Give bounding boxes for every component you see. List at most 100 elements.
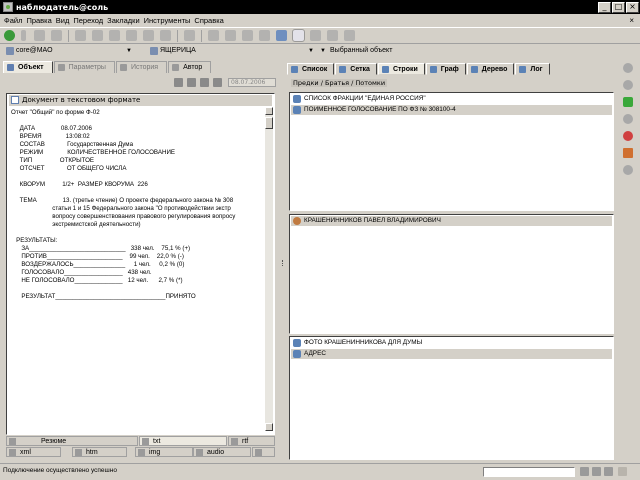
scroll-down-button[interactable] — [265, 423, 273, 431]
document-line: экстремистской деятельности) — [11, 221, 141, 228]
list-item[interactable]: ФОТО КРАШЕНИННИКОВА ДЛЯ ДУМЫ — [291, 338, 612, 348]
tab-history[interactable]: История — [115, 61, 168, 73]
chevron-down-icon[interactable]: ▼ — [320, 46, 326, 56]
forward-icon[interactable] — [623, 80, 633, 90]
tab-summary[interactable]: Резюме — [6, 436, 138, 446]
check-icon[interactable] — [623, 97, 633, 107]
maximize-button[interactable]: □ — [612, 1, 625, 13]
pane-splitter[interactable] — [281, 60, 286, 461]
tab-tree[interactable]: Дерево — [466, 63, 515, 75]
tab-img[interactable]: img — [135, 447, 193, 457]
resize-grip-icon[interactable] — [618, 467, 627, 476]
status-bar: Подключение осуществлено успешно — [0, 463, 640, 480]
tree-icon[interactable] — [276, 30, 287, 41]
add-icon[interactable] — [4, 30, 15, 41]
properties-icon[interactable] — [292, 29, 305, 42]
stop-icon[interactable] — [327, 30, 338, 41]
document-header: Документ в текстовом формате — [9, 95, 272, 106]
undo-icon[interactable] — [75, 30, 86, 41]
breadcrumb-text[interactable]: Предки / Братья / Потомки — [291, 79, 388, 87]
date-field[interactable]: 08.07.2006 — [228, 77, 276, 87]
main-toolbar — [0, 27, 640, 44]
scroll-up-button[interactable] — [265, 107, 273, 115]
scroll-thumb[interactable] — [265, 117, 273, 129]
back-icon[interactable] — [623, 63, 633, 73]
dropdown-icon[interactable] — [21, 30, 26, 41]
copy-icon[interactable] — [126, 30, 137, 41]
save-icon[interactable] — [242, 30, 253, 41]
delete-icon[interactable] — [34, 30, 45, 41]
document-line: ПРОТИВ______________________ 99 чел. 22,… — [11, 253, 184, 260]
user-value: core@МАО — [16, 47, 53, 54]
list-item[interactable]: ПОИМЕННОЕ ГОЛОСОВАНИЕ ПО ФЗ № 308100-4 — [291, 105, 612, 115]
refresh-icon[interactable] — [160, 30, 171, 41]
tab-author[interactable]: Автор — [168, 61, 212, 73]
tab-grid[interactable]: Сетка — [335, 63, 377, 75]
user-combo[interactable]: core@МАО ▼ — [4, 46, 134, 57]
menu-file[interactable]: Файл — [4, 16, 22, 25]
tab-object[interactable]: Объект — [3, 61, 53, 73]
tab-extra[interactable] — [252, 447, 275, 457]
menu-bookmarks[interactable]: Закладки — [107, 16, 139, 25]
settings-icon[interactable] — [310, 30, 321, 41]
list-item[interactable]: АДРЕС — [291, 349, 612, 359]
zoom-out-icon[interactable] — [213, 77, 222, 87]
tab-rtf[interactable]: rtf — [228, 436, 275, 446]
document-line: НЕ ГОЛОСОВАЛО______________ 12 чел. 2,7 … — [11, 277, 183, 284]
siblings-list: КРАШЕНИННИКОВ ПАВЕЛ ВЛАДИМИРОВИЧ — [289, 214, 614, 334]
close-button[interactable]: × — [626, 1, 639, 13]
ancestors-list: СПИСОК ФРАКЦИИ "ЕДИНАЯ РОССИЯ" ПОИМЕННОЕ… — [289, 92, 614, 211]
tab-txt[interactable]: txt — [139, 436, 227, 446]
vertical-scrollbar[interactable] — [265, 107, 273, 431]
paste-icon[interactable] — [143, 30, 154, 41]
menu-help[interactable]: Справка — [194, 16, 223, 25]
chevron-down-icon[interactable]: ▼ — [126, 46, 132, 56]
lizard-icon — [150, 47, 158, 55]
save-icon[interactable] — [187, 77, 196, 87]
tab-graph[interactable]: Граф — [425, 63, 466, 75]
tab-log[interactable]: Лог — [515, 63, 550, 75]
info-icon[interactable] — [344, 30, 355, 41]
zoom-in-icon[interactable] — [200, 77, 209, 87]
tab-audio[interactable]: audio — [193, 447, 251, 457]
grid-icon[interactable] — [184, 30, 195, 41]
cut-icon[interactable] — [109, 30, 120, 41]
menu-tools[interactable]: Инструменты — [144, 16, 191, 25]
category-combo[interactable]: ЯЩЕРИЦА ▼ — [148, 46, 316, 57]
menu-go[interactable]: Переход — [73, 16, 103, 25]
record-icon[interactable] — [623, 131, 633, 141]
separator — [201, 29, 202, 42]
list-item[interactable]: КРАШЕНИННИКОВ ПАВЕЛ ВЛАДИМИРОВИЧ — [291, 216, 612, 226]
redo-icon[interactable] — [92, 30, 103, 41]
attach-icon[interactable] — [623, 165, 633, 175]
sync-icon — [604, 467, 613, 476]
tab-xml[interactable]: xml — [6, 447, 61, 457]
user-icon — [6, 47, 14, 55]
print-icon[interactable] — [174, 77, 183, 87]
tab-list[interactable]: Список — [287, 63, 335, 75]
minimize-button[interactable]: _ — [598, 1, 611, 13]
chevron-down-icon[interactable]: ▼ — [308, 46, 314, 56]
bookmark-icon[interactable] — [225, 30, 236, 41]
object-combo[interactable]: ▼ Выбранный объект — [318, 46, 634, 57]
print-icon[interactable] — [259, 30, 270, 41]
home-icon[interactable] — [623, 148, 633, 158]
menu-view[interactable]: Вид — [56, 16, 70, 25]
list-item[interactable]: СПИСОК ФРАКЦИИ "ЕДИНАЯ РОССИЯ" — [291, 94, 612, 104]
user-icon — [592, 467, 601, 476]
splitter-grip[interactable] — [282, 260, 285, 266]
stop-icon[interactable] — [623, 114, 633, 124]
relations-pane: Список Сетка Строки Граф Дерево Лог Пред… — [287, 60, 618, 461]
tab-parameters[interactable]: Параметры — [53, 61, 115, 73]
tab-htm[interactable]: htm — [72, 447, 127, 457]
tab-rows[interactable]: Строки — [377, 63, 425, 75]
edit-icon[interactable] — [51, 30, 62, 41]
home-icon[interactable] — [208, 30, 219, 41]
menu-edit[interactable]: Правка — [26, 16, 51, 25]
document-line: ТИП ОТКРЫТОЕ — [11, 157, 95, 164]
address-bar: core@МАО ▼ ЯЩЕРИЦА ▼ ▼ Выбранный объект — [0, 45, 640, 59]
close-document-icon[interactable]: × — [629, 16, 634, 25]
side-toolbar — [621, 60, 635, 180]
